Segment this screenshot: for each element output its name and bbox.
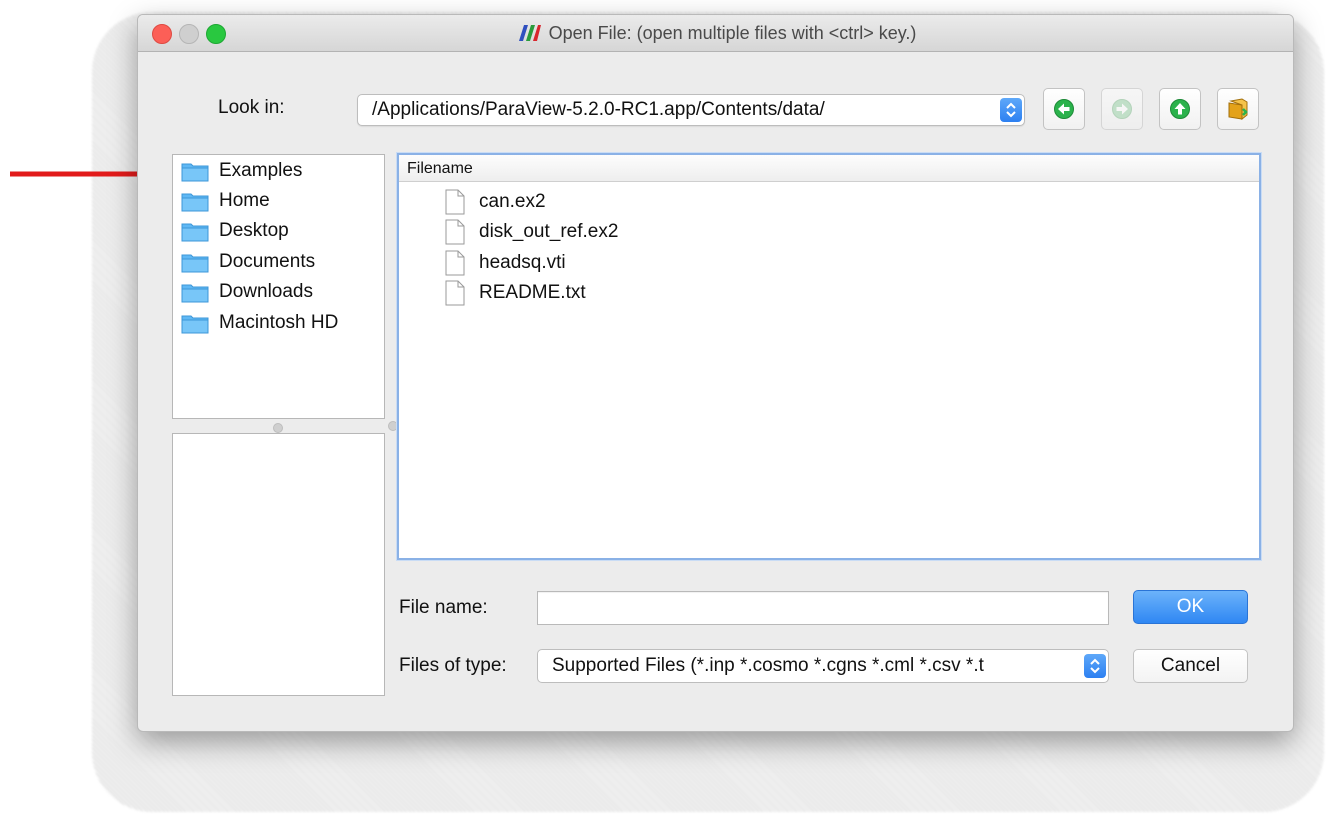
sidebar-item-documents[interactable]: Documents	[181, 249, 315, 275]
title-bar[interactable]: Open File: (open multiple files with <ct…	[138, 15, 1293, 52]
file-name-input[interactable]	[537, 591, 1109, 625]
file-row-disk-out-ref-ex2[interactable]: disk_out_ref.ex2	[445, 217, 618, 247]
sidebar-item-macintosh-hd[interactable]: Macintosh HD	[181, 310, 338, 336]
back-arrow-icon	[1054, 99, 1074, 119]
filename-column-header[interactable]: Filename	[399, 155, 1259, 182]
sidebar-item-downloads[interactable]: Downloads	[181, 279, 313, 305]
sidebar-item-label: Desktop	[219, 220, 289, 241]
file-row-can-ex2[interactable]: can.ex2	[445, 187, 546, 217]
look-in-path: /Applications/ParaView-5.2.0-RC1.app/Con…	[372, 99, 825, 120]
files-of-type-combo[interactable]: Supported Files (*.inp *.cosmo *.cgns *.…	[537, 649, 1109, 683]
folder-icon	[181, 315, 209, 334]
up-button[interactable]	[1159, 88, 1201, 130]
sidebar-item-label: Documents	[219, 251, 316, 272]
folder-icon	[181, 284, 209, 303]
sidebar-item-label: Examples	[219, 160, 303, 181]
forward-button[interactable]	[1101, 88, 1143, 130]
sidebar-item-examples[interactable]: Examples	[181, 158, 302, 184]
ok-button[interactable]: OK	[1133, 590, 1248, 624]
file-name-text: headsq.vti	[479, 252, 566, 273]
file-name-text: README.txt	[479, 282, 586, 303]
back-button[interactable]	[1043, 88, 1085, 130]
open-file-dialog: Open File: (open multiple files with <ct…	[137, 14, 1294, 732]
document-icon	[445, 219, 465, 245]
forward-arrow-icon	[1112, 99, 1132, 119]
new-folder-button[interactable]	[1217, 88, 1259, 130]
file-row-readme-txt[interactable]: README.txt	[445, 278, 586, 308]
document-icon	[445, 250, 465, 276]
document-icon	[445, 189, 465, 215]
sidebar-item-label: Downloads	[219, 281, 313, 302]
files-of-type-label: Files of type:	[399, 655, 507, 676]
sidebar-item-label: Home	[219, 190, 270, 211]
window-title: Open File: (open multiple files with <ct…	[548, 22, 917, 43]
combo-chevron-icon[interactable]	[1000, 98, 1022, 122]
folder-icon	[181, 254, 209, 273]
look-in-combo[interactable]: /Applications/ParaView-5.2.0-RC1.app/Con…	[357, 94, 1025, 126]
folder-icon	[181, 223, 209, 242]
file-row-headsq-vti[interactable]: headsq.vti	[445, 248, 566, 278]
folder-icon	[181, 193, 209, 212]
paraview-logo-icon	[518, 25, 541, 41]
sidebar-item-desktop[interactable]: Desktop	[181, 218, 289, 244]
sidebar-item-label: Macintosh HD	[219, 312, 339, 333]
cancel-button[interactable]: Cancel	[1133, 649, 1248, 683]
document-icon	[445, 280, 465, 306]
file-name-text: can.ex2	[479, 191, 546, 212]
combo-chevron-icon[interactable]	[1084, 654, 1106, 678]
sidebar-splitter-handle[interactable]	[172, 421, 385, 433]
files-of-type-value: Supported Files (*.inp *.cosmo *.cgns *.…	[552, 655, 984, 676]
file-list[interactable]: Filename can.ex2 disk_out_ref.ex2 headsq…	[397, 153, 1261, 560]
up-arrow-icon	[1170, 99, 1190, 119]
sidebar-item-home[interactable]: Home	[181, 188, 270, 214]
file-name-label: File name:	[399, 597, 488, 618]
file-name-text: disk_out_ref.ex2	[479, 221, 619, 242]
places-sidebar: Examples Home Desktop Documents Download…	[172, 154, 385, 419]
look-in-label: Look in:	[218, 97, 285, 118]
recent-dirs-list[interactable]	[172, 433, 385, 696]
folder-icon	[181, 163, 209, 182]
new-folder-icon	[1228, 98, 1248, 120]
